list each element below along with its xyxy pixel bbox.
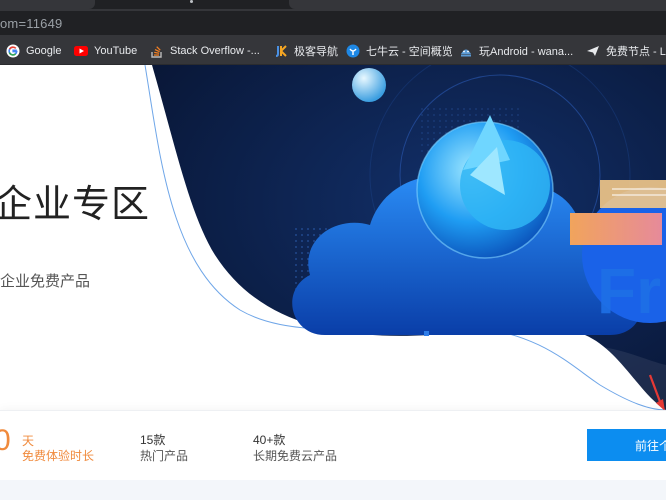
jk-icon [274, 44, 288, 58]
hot-products-label: 热门产品 [140, 449, 189, 463]
hero-art-text: Fr [597, 255, 661, 327]
free-products-count: 40+款 [253, 433, 286, 447]
google-icon [6, 44, 20, 58]
bookmark-stackoverflow[interactable]: Stack Overflow -... [150, 37, 260, 65]
go-to-button[interactable]: 前往个 [587, 429, 666, 461]
page-footer-strip [0, 480, 666, 500]
tab-strip [0, 0, 666, 9]
bookmark-label: YouTube [94, 45, 138, 57]
red-arrow-icon [648, 374, 665, 411]
bookmark-label: Google [26, 45, 62, 57]
url-field[interactable]: om=11649 [0, 11, 666, 35]
qiniu-icon [346, 44, 360, 58]
browser-tab-active[interactable] [289, 0, 666, 9]
trial-days-label: 免费体验时长 [22, 449, 95, 463]
bookmark-label: 玩Android - wana... [479, 46, 574, 58]
paper-plane-icon [586, 44, 600, 58]
address-bar: om=11649 [0, 9, 666, 37]
browser-tab[interactable] [0, 0, 95, 9]
hero-illustration: Fr [144, 65, 666, 410]
stackoverflow-icon [150, 44, 164, 58]
bookmark-free-nodes[interactable]: 免费节点 - Ln [586, 37, 666, 65]
bookmark-youtube[interactable]: YouTube [74, 37, 137, 65]
bookmark-google[interactable]: Google [6, 37, 61, 65]
bookmark-jk[interactable]: 极客导航 [274, 37, 338, 65]
page-content: Fr 企业专区 企业免费产品 0 天 免费体验时长 15款 热门产品 40+款 … [0, 65, 666, 500]
free-products-label: 长期免费云产品 [253, 449, 338, 463]
tab-indicator [190, 0, 193, 3]
wanandroid-icon [459, 44, 473, 58]
bookmark-label: 极客导航 [294, 46, 338, 58]
hot-products-count: 15款 [140, 433, 166, 447]
stats-bar [0, 410, 666, 480]
bookmarks-bar: Google YouTube Stack Overflow -... 极客导航 … [0, 37, 666, 65]
bookmark-qiniu[interactable]: 七牛云 - 空间概览 [346, 37, 453, 65]
bookmark-label: 七牛云 - 空间概览 [366, 46, 453, 58]
youtube-icon [74, 44, 88, 58]
trial-days-number: 0 [0, 424, 11, 457]
url-text: om=11649 [0, 16, 63, 31]
bookmark-label: Stack Overflow -... [170, 45, 260, 57]
page-title: 企业专区 [0, 184, 151, 226]
page-subtitle: 企业免费产品 [0, 273, 91, 290]
bookmark-label: 免费节点 - Ln [606, 46, 666, 58]
bookmark-wanandroid[interactable]: 玩Android - wana... [459, 37, 573, 65]
